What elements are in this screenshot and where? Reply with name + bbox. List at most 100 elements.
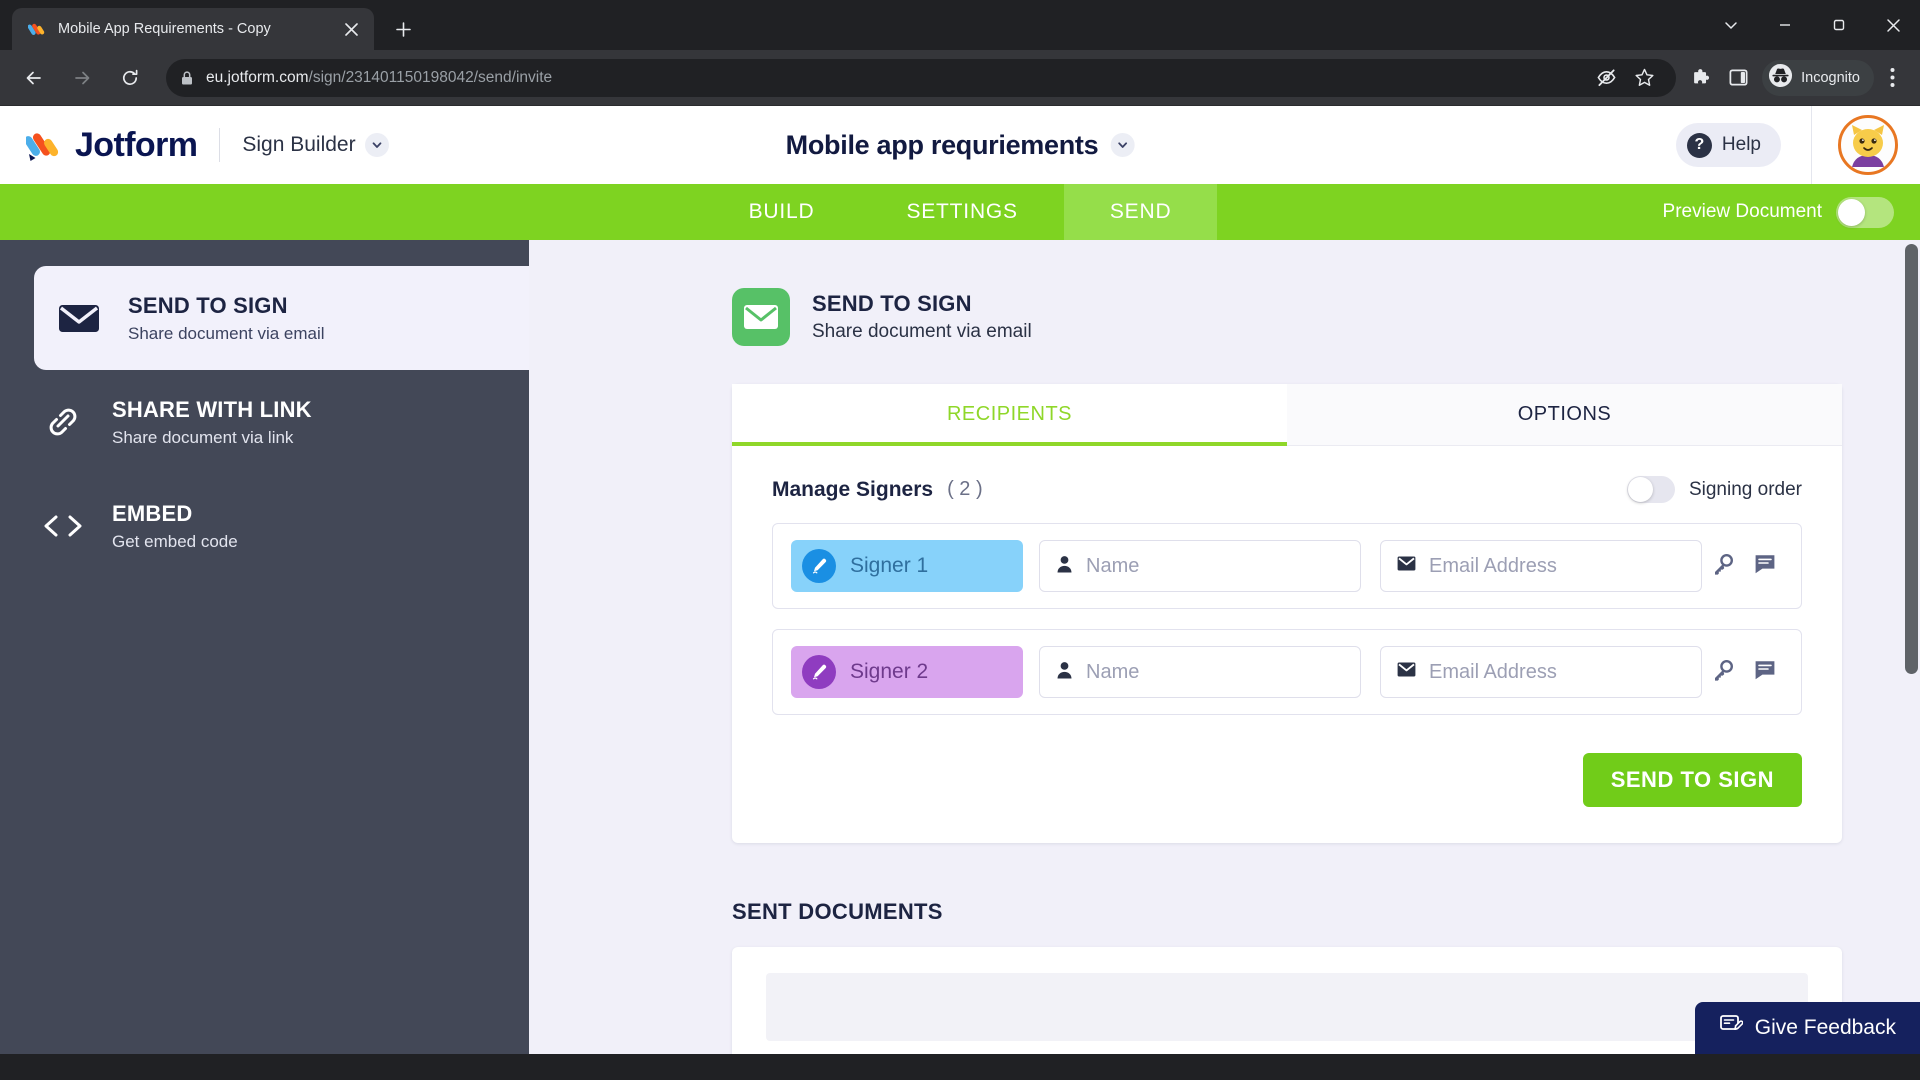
message-icon[interactable] [1753,552,1777,581]
page-scrollbar[interactable] [1903,240,1920,1054]
signer-email-input[interactable]: Email Address [1380,646,1702,698]
nav-tabs: BUILD SETTINGS SEND [703,184,1218,240]
signer-label: Signer 1 [850,554,929,577]
incognito-label: Incognito [1801,69,1860,86]
forward-arrow-icon[interactable] [62,58,102,98]
eye-slash-icon[interactable] [1588,60,1624,96]
tab-close-icon[interactable] [338,16,364,42]
tab-build[interactable]: BUILD [703,184,861,240]
header-divider [1811,106,1812,184]
sidebar-item-text: EMBED Get embed code [112,501,238,552]
window-maximize-icon[interactable] [1812,0,1866,50]
message-icon[interactable] [1753,658,1777,687]
content-heading-title: SEND TO SIGN [812,291,972,316]
sidebar-item-share-with-link[interactable]: SHARE WITH LINK Share document via link [0,370,529,474]
chevron-down-icon[interactable] [1704,0,1758,50]
back-arrow-icon[interactable] [14,58,54,98]
preview-document-toggle[interactable] [1836,196,1894,228]
sidebar-item-embed[interactable]: EMBED Get embed code [0,474,529,578]
url-path: /sign/231401150198042/send/invite [308,68,553,86]
jotform-favicon-icon [27,20,46,38]
chevron-down-icon[interactable] [364,133,389,157]
three-dot-menu-icon[interactable] [1874,60,1910,96]
jotform-logo[interactable]: Jotform [24,125,198,165]
sidebar-item-send-to-sign[interactable]: SEND TO SIGN Share document via email [34,266,529,370]
content-heading: SEND TO SIGN Share document via email [732,288,1920,346]
sidebar-item-title: SHARE WITH LINK [112,396,312,422]
browser-tab-strip: Mobile App Requirements - Copy [0,0,1920,50]
signer-name-input[interactable]: Name [1039,540,1361,592]
signer-name-input[interactable]: Name [1039,646,1361,698]
lock-icon [180,70,194,86]
omnibox-actions [1578,60,1662,96]
tab-recipients[interactable]: RECIPIENTS [732,384,1287,446]
help-button[interactable]: ? Help [1675,123,1781,167]
signing-order-toggle[interactable] [1626,476,1675,503]
chevron-down-icon[interactable] [1110,133,1135,157]
page-title: Mobile app requriements [785,129,1099,160]
key-icon[interactable] [1711,552,1735,581]
window-minimize-icon[interactable] [1758,0,1812,50]
browser-tab[interactable]: Mobile App Requirements - Copy [12,8,374,50]
content-heading-text: SEND TO SIGN Share document via email [812,291,1032,343]
signature-pen-icon [802,655,836,689]
feedback-pencil-icon [1719,1013,1744,1043]
tab-send[interactable]: SEND [1063,184,1218,240]
window-close-icon[interactable] [1866,0,1920,50]
address-bar[interactable]: eu.jotform.com/sign/231401150198042/send… [166,58,1677,97]
star-bookmark-icon[interactable] [1626,60,1662,96]
sidebar-item-subtitle: Share document via link [112,427,294,447]
signature-pen-icon [802,549,836,583]
signer-row: Signer 1 Name Email Address [772,523,1802,609]
sent-documents-title: SENT DOCUMENTS [732,899,943,924]
link-chain-icon [40,404,86,440]
sidebar-item-title: EMBED [112,500,193,526]
signer-label: Signer 2 [850,660,929,683]
browser-tab-title: Mobile App Requirements - Copy [58,21,271,37]
new-tab-button[interactable] [386,12,420,46]
code-brackets-icon [40,513,86,539]
signers-count: ( 2 ) [947,478,983,500]
sidebar-item-subtitle: Get embed code [112,531,238,551]
recipients-panel: Manage Signers ( 2 ) Signing order Signe… [732,446,1842,843]
sidebar-item-subtitle: Share document via email [128,323,325,343]
send-to-sign-button[interactable]: SEND TO SIGN [1582,753,1802,807]
tab-settings[interactable]: SETTINGS [860,184,1063,240]
envelope-icon [1397,662,1416,682]
signer-email-input[interactable]: Email Address [1380,540,1702,592]
header-divider [219,128,221,162]
person-icon [1056,661,1073,684]
card-tabs: RECIPIENTS OPTIONS [732,384,1842,446]
send-button-row: SEND TO SIGN [772,753,1802,807]
signer-row-actions [1711,658,1783,687]
url-domain: eu.jotform.com [206,68,309,86]
primary-nav-bar: BUILD SETTINGS SEND Preview Document [0,184,1920,240]
sign-builder-dropdown[interactable]: Sign Builder [242,133,389,157]
sidebar: SEND TO SIGN Share document via email SH… [0,240,529,1054]
sign-builder-label: Sign Builder [242,133,356,156]
sidebar-item-text: SHARE WITH LINK Share document via link [112,397,312,448]
content-heading-subtitle: Share document via email [812,321,1032,342]
toggle-knob [1838,198,1865,226]
sidebar-item-text: SEND TO SIGN Share document via email [128,293,325,344]
person-icon [1056,555,1073,578]
envelope-icon [56,302,102,334]
document-title-dropdown[interactable]: Mobile app requriements [786,130,1135,161]
signing-order-label: Signing order [1688,478,1802,500]
key-icon[interactable] [1711,658,1735,687]
signer-email-placeholder: Email Address [1429,554,1557,577]
avatar[interactable] [1838,115,1898,175]
recipients-card: RECIPIENTS OPTIONS Manage Signers ( 2 ) … [732,384,1842,843]
sent-documents-card [732,947,1842,1054]
reload-icon[interactable] [110,58,150,98]
incognito-indicator[interactable]: Incognito [1762,59,1874,96]
signer-badge[interactable]: Signer 1 [791,540,1023,592]
side-panel-icon[interactable] [1720,60,1756,96]
extensions-puzzle-icon[interactable] [1684,60,1720,96]
give-feedback-button[interactable]: Give Feedback [1694,1002,1920,1054]
tab-options[interactable]: OPTIONS [1287,384,1842,445]
signer-name-placeholder: Name [1086,660,1140,683]
signer-badge[interactable]: Signer 2 [791,646,1023,698]
jotform-logo-text: Jotform [75,125,198,164]
scrollbar-thumb[interactable] [1905,244,1918,674]
